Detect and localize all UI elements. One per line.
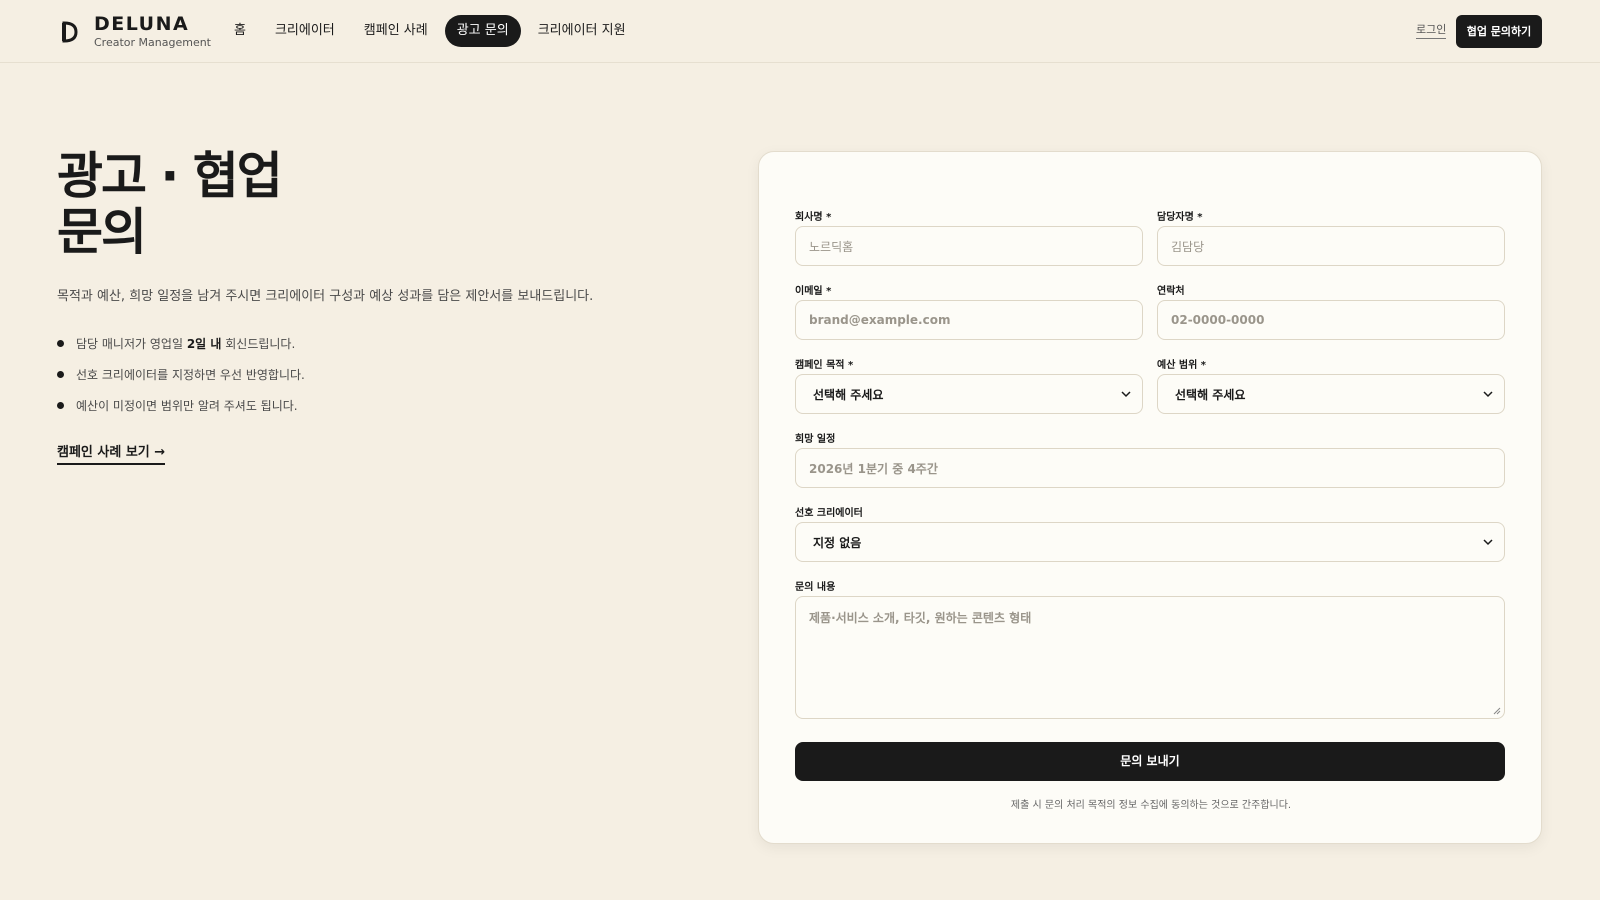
creator-selected-value: 지정 없음	[813, 535, 862, 550]
purpose-select[interactable]: 선택해 주세요	[795, 374, 1143, 414]
list-item: 선호 크리에이터를 지정하면 우선 반영합니다.	[57, 366, 305, 397]
schedule-placeholder: 2026년 1분기 중 4주간	[809, 461, 938, 476]
login-link[interactable]: 로그인	[1416, 22, 1447, 39]
resize-handle-icon[interactable]	[1493, 707, 1501, 715]
nav-item-ad-inquiry[interactable]: 광고 문의	[444, 15, 521, 47]
purpose-selected-value: 선택해 주세요	[813, 387, 884, 402]
nav-item-creators[interactable]: 크리에이터	[263, 15, 347, 47]
consent-notice: 제출 시 문의 처리 목적의 정보 수집에 동의하는 것으로 간주합니다.	[1010, 800, 1292, 811]
page-title-line-1: 광고 · 협업	[57, 147, 283, 205]
page-title: 광고 · 협업 문의	[57, 148, 397, 260]
company-label: 회사명 *	[795, 212, 832, 223]
brand-logo[interactable]: DELUNA Creator Management	[62, 14, 211, 49]
view-campaign-cases-link[interactable]: 캠페인 사례 보기 →	[57, 445, 166, 465]
chevron-down-icon	[1483, 391, 1493, 398]
bullet-dot-icon	[57, 402, 64, 409]
company-input[interactable]: 노르딕홈	[795, 226, 1143, 266]
schedule-label: 희망 일정	[795, 434, 836, 445]
top-navigation-bar: DELUNA Creator Management 홈 크리에이터 캠페인 사례…	[0, 0, 1600, 63]
company-placeholder: 노르딕홈	[809, 239, 854, 254]
budget-selected-value: 선택해 주세요	[1175, 387, 1246, 402]
schedule-input[interactable]: 2026년 1분기 중 4주간	[795, 448, 1505, 488]
purpose-label: 캠페인 목적 *	[795, 360, 854, 371]
message-textarea[interactable]: 제품·서비스 소개, 타깃, 원하는 콘텐츠 형태	[795, 596, 1505, 719]
manager-label: 담당자명 *	[1157, 212, 1203, 223]
list-item: 담당 매니저가 영업일 2일 내 회신드립니다.	[57, 335, 305, 366]
creator-label: 선호 크리에이터	[795, 508, 863, 519]
bullet-dot-icon	[57, 371, 64, 378]
chevron-down-icon	[1483, 539, 1493, 546]
manager-placeholder: 김담당	[1171, 239, 1205, 254]
email-placeholder: brand@example.com	[809, 313, 951, 327]
brand-name: DELUNA	[94, 13, 190, 35]
bullet-text: 담당 매니저가 영업일 2일 내 회신드립니다.	[76, 337, 296, 351]
deluna-logo-icon	[62, 20, 78, 43]
list-item: 예산이 미정이면 범위만 알려 주셔도 됩니다.	[57, 397, 305, 428]
info-bullet-list: 담당 매니저가 영업일 2일 내 회신드립니다. 선호 크리에이터를 지정하면 …	[57, 335, 305, 428]
page-title-line-2: 문의	[57, 203, 147, 261]
budget-label: 예산 범위 *	[1157, 360, 1206, 371]
inquiry-form-card: 회사명 * 노르딕홈 담당자명 * 김담당 이메일 * brand@exampl…	[758, 151, 1542, 844]
phone-label: 연락처	[1157, 286, 1185, 297]
page-description: 목적과 예산, 희망 일정을 남겨 주시면 크리에이터 구성과 예상 성과를 담…	[57, 289, 594, 304]
phone-placeholder: 02-0000-0000	[1171, 313, 1265, 327]
phone-input[interactable]: 02-0000-0000	[1157, 300, 1505, 340]
nav-item-creator-apply[interactable]: 크리에이터 지원	[526, 15, 638, 47]
bullet-text: 선호 크리에이터를 지정하면 우선 반영합니다.	[76, 368, 305, 382]
main-nav: 홈 크리에이터 캠페인 사례 광고 문의 크리에이터 지원	[222, 15, 643, 47]
budget-select[interactable]: 선택해 주세요	[1157, 374, 1505, 414]
message-placeholder: 제품·서비스 소개, 타깃, 원하는 콘텐츠 형태	[809, 611, 1032, 625]
manager-input[interactable]: 김담당	[1157, 226, 1505, 266]
email-input[interactable]: brand@example.com	[795, 300, 1143, 340]
creator-select[interactable]: 지정 없음	[795, 522, 1505, 562]
submit-inquiry-button[interactable]: 문의 보내기	[795, 742, 1505, 781]
nav-item-home[interactable]: 홈	[222, 15, 258, 47]
message-label: 문의 내용	[795, 582, 836, 593]
brand-tagline: Creator Management	[94, 36, 211, 49]
bullet-dot-icon	[57, 340, 64, 347]
bullet-text: 예산이 미정이면 범위만 알려 주셔도 됩니다.	[76, 399, 298, 413]
collab-inquiry-button[interactable]: 협업 문의하기	[1456, 15, 1542, 48]
nav-item-campaign-cases[interactable]: 캠페인 사례	[352, 15, 440, 47]
email-label: 이메일 *	[795, 286, 832, 297]
chevron-down-icon	[1121, 391, 1131, 398]
